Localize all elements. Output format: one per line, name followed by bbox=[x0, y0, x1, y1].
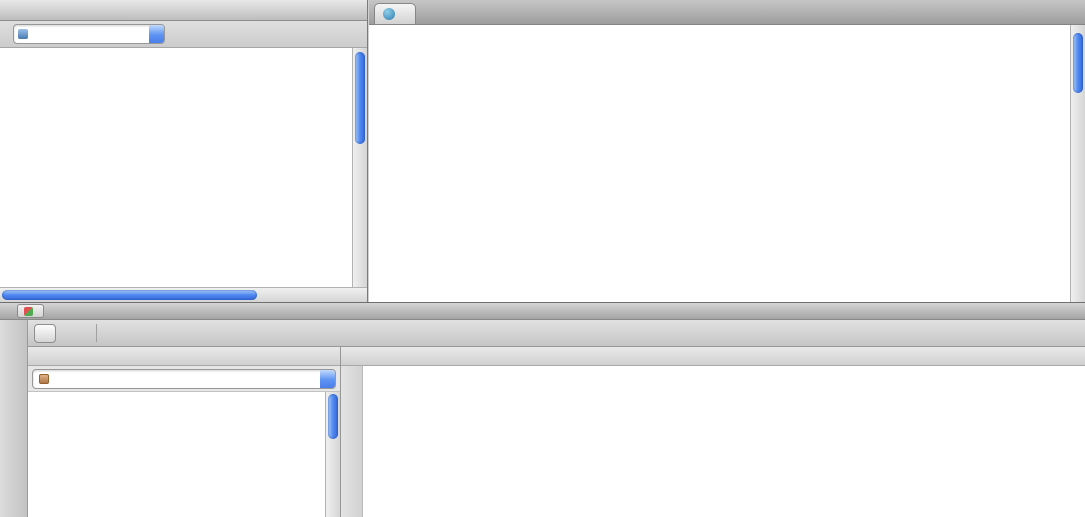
debug-body bbox=[0, 320, 1085, 517]
project-horizontal-scrollbar[interactable] bbox=[0, 287, 367, 302]
variables-panel bbox=[341, 347, 1085, 517]
java-class-icon bbox=[383, 8, 395, 20]
debug-session-tab[interactable] bbox=[17, 304, 44, 318]
thread-select[interactable] bbox=[32, 369, 336, 389]
debug-panels bbox=[28, 347, 1085, 517]
scrollbar-thumb[interactable] bbox=[1073, 33, 1083, 93]
combo-stepper-icon[interactable] bbox=[320, 370, 335, 388]
thread-icon bbox=[39, 374, 49, 384]
variables-list bbox=[363, 366, 1085, 517]
view-as-bar bbox=[0, 21, 367, 48]
frames-vertical-scrollbar[interactable] bbox=[325, 392, 340, 517]
project-tree bbox=[0, 48, 352, 287]
view-as-select[interactable] bbox=[13, 24, 165, 44]
debug-toolbar bbox=[28, 320, 1085, 347]
frames-list bbox=[28, 392, 325, 517]
code-editor[interactable] bbox=[369, 25, 1070, 302]
editor-pane bbox=[369, 0, 1085, 302]
editor-tab-bar bbox=[369, 0, 1085, 25]
scrollbar-thumb[interactable] bbox=[355, 52, 365, 144]
debug-left-toolbar bbox=[0, 320, 28, 517]
tab-debugger[interactable] bbox=[34, 324, 56, 343]
editor-vertical-scrollbar[interactable] bbox=[1070, 25, 1085, 302]
scrollbar-thumb[interactable] bbox=[328, 394, 338, 439]
debug-title-bar bbox=[0, 303, 1085, 320]
ide-window bbox=[0, 0, 1085, 517]
project-tool-window bbox=[0, 0, 368, 302]
combo-stepper-icon[interactable] bbox=[149, 25, 164, 43]
debug-tool-window bbox=[0, 302, 1085, 517]
separator bbox=[96, 324, 97, 342]
frames-panel bbox=[28, 347, 341, 517]
variables-body bbox=[341, 366, 1085, 517]
junit-config-icon bbox=[24, 307, 33, 316]
tab-console[interactable] bbox=[58, 324, 88, 343]
scrollbar-thumb[interactable] bbox=[2, 290, 257, 300]
debug-main bbox=[28, 320, 1085, 517]
variables-header bbox=[341, 347, 1085, 366]
editor-tab[interactable] bbox=[374, 3, 416, 24]
project-vertical-scrollbar[interactable] bbox=[352, 48, 367, 287]
variables-toolbar bbox=[341, 366, 363, 517]
project-header bbox=[0, 0, 367, 21]
thread-row bbox=[28, 366, 340, 392]
project-view-icon bbox=[18, 29, 28, 39]
frames-header bbox=[28, 347, 340, 366]
